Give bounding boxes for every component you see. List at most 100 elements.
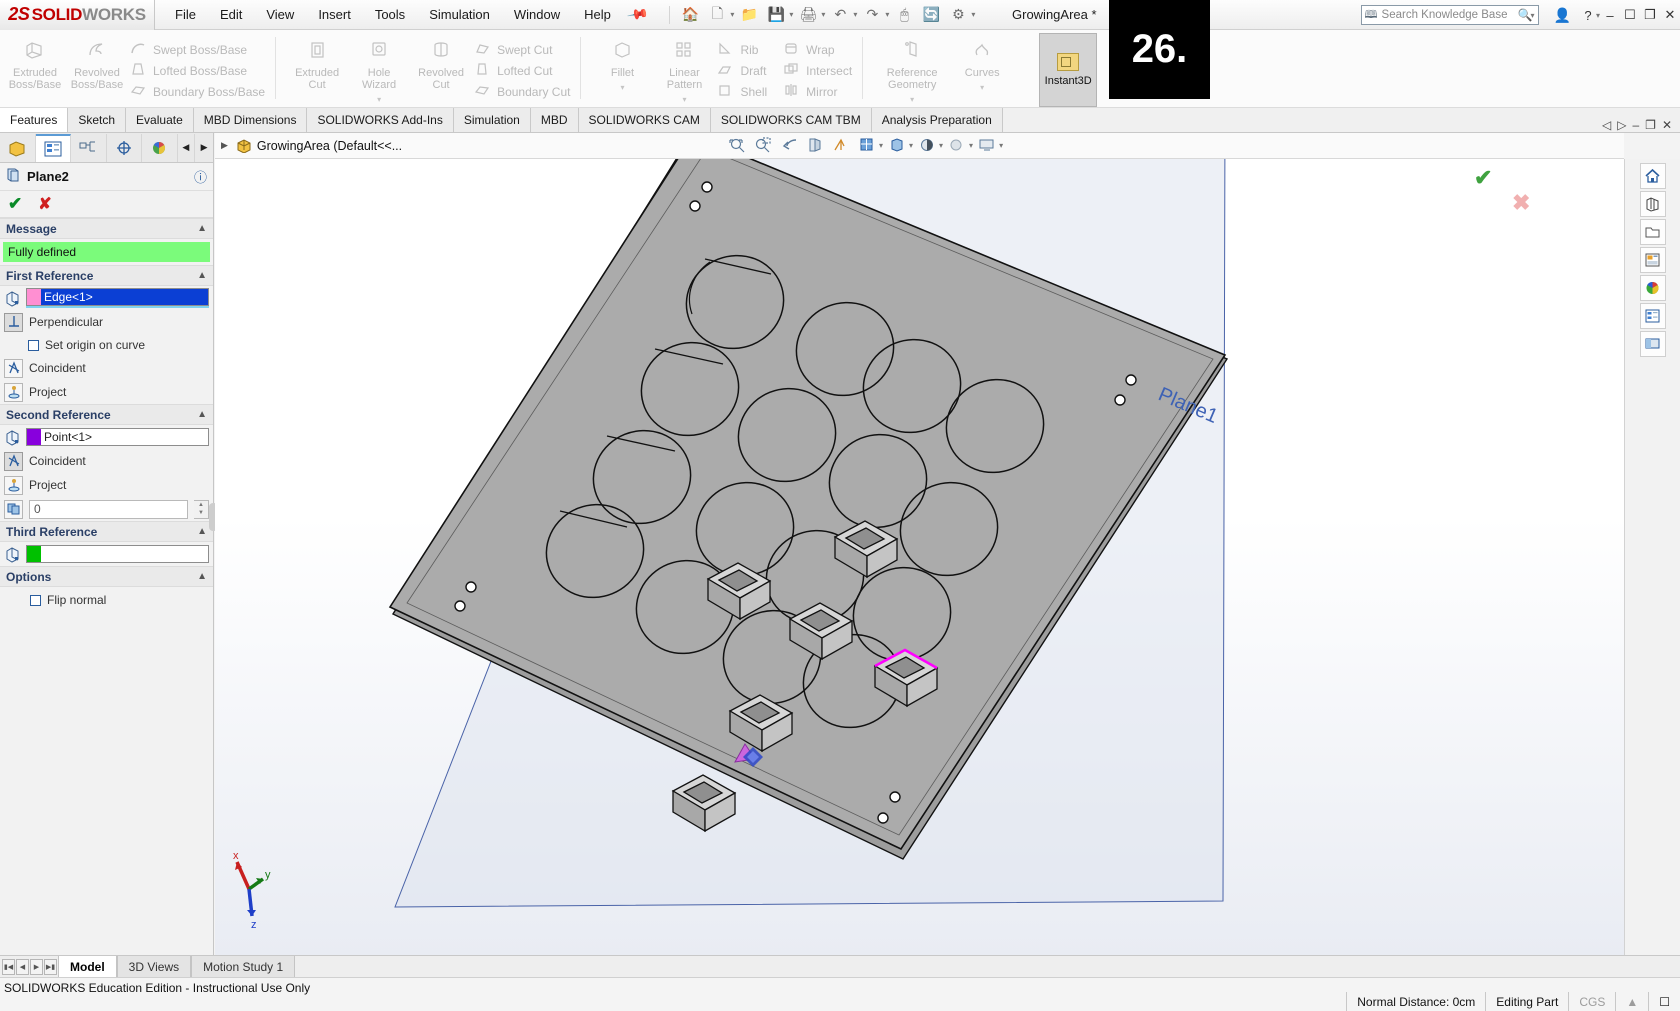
chevron-down-icon[interactable]: ▾ <box>939 141 943 150</box>
chevron-down-icon[interactable]: ▾ <box>682 94 686 106</box>
stepper-down-icon[interactable]: ▼ <box>198 510 204 516</box>
revolved-cut-button[interactable]: Revolved Cut <box>410 33 472 91</box>
chevron-down-icon[interactable]: ▾ <box>980 82 984 94</box>
tab-mbd-dimensions[interactable]: MBD Dimensions <box>193 108 308 132</box>
tab-sketch[interactable]: Sketch <box>68 108 127 132</box>
cancel-button[interactable]: ✘ <box>38 194 51 214</box>
chevron-down-icon[interactable]: ▾ <box>879 141 883 150</box>
bottom-tab-3d-views[interactable]: 3D Views <box>116 956 192 977</box>
flip-normal-row[interactable]: Flip normal <box>0 587 213 613</box>
property-manager-tab[interactable] <box>35 133 71 162</box>
bottom-tab-model[interactable]: Model <box>58 956 117 977</box>
swept-cut-button[interactable]: Swept Cut <box>472 39 570 60</box>
tab-simulation[interactable]: Simulation <box>453 108 531 132</box>
colors-icon[interactable] <box>1639 275 1666 301</box>
panel-expand-right-icon[interactable]: ▶ <box>195 134 213 162</box>
feature-tree-root-label[interactable]: GrowingArea (Default<<... <box>257 139 402 153</box>
menu-item-help[interactable]: Help <box>584 7 611 22</box>
units-chevron-up-icon[interactable]: ▲ <box>1615 992 1648 1011</box>
save-icon[interactable]: 💾 <box>764 4 788 26</box>
appearances-icon[interactable] <box>1639 247 1666 273</box>
chevron-down-icon[interactable]: ▾ <box>999 141 1003 150</box>
boundary-cut-button[interactable]: Boundary Cut <box>472 81 570 102</box>
print-icon[interactable]: 🖨 <box>796 4 820 26</box>
zoom-to-area-icon[interactable] <box>751 134 775 156</box>
chevron-down-icon[interactable]: ▾ <box>730 10 734 19</box>
lofted-cut-button[interactable]: Lofted Cut <box>472 60 570 81</box>
shell-button[interactable]: Shell <box>715 81 767 102</box>
extruded-cut-button[interactable]: Extruded Cut <box>286 33 348 91</box>
tab-features[interactable]: Features <box>0 108 69 132</box>
minimize-button[interactable]: – <box>1600 4 1620 26</box>
chevron-down-icon[interactable]: ▾ <box>909 141 913 150</box>
first-reference-section-header[interactable]: First Reference ▲ <box>0 265 213 286</box>
rebuild-icon[interactable]: 🔄 <box>919 4 943 26</box>
prev-tab-icon[interactable]: ◀ <box>16 958 29 975</box>
bottom-tab-motion-study[interactable]: Motion Study 1 <box>191 956 296 977</box>
tab-solidworks-cam-tbm[interactable]: SOLIDWORKS CAM TBM <box>710 108 872 132</box>
undo-icon[interactable]: ↶ <box>828 4 852 26</box>
first-reference-perpendicular[interactable]: Perpendicular <box>0 310 213 334</box>
swept-boss-base-button[interactable]: Swept Boss/Base <box>128 39 265 60</box>
collapse-right-icon[interactable]: ▷ <box>1617 118 1626 132</box>
boundary-boss-base-button[interactable]: Boundary Boss/Base <box>128 81 265 102</box>
view-orientation-icon[interactable] <box>829 134 853 156</box>
options-gear-icon[interactable]: ⚙ <box>946 4 970 26</box>
configuration-tab[interactable] <box>71 133 107 162</box>
hide-show-items-icon[interactable] <box>885 134 909 156</box>
second-reference-project[interactable]: Project <box>0 473 213 497</box>
intersect-button[interactable]: Intersect <box>781 60 852 81</box>
chevron-down-icon[interactable]: ▾ <box>853 10 857 19</box>
offset-distance-stepper[interactable]: ▲ ▼ <box>194 499 209 519</box>
draft-button[interactable]: Draft <box>715 60 767 81</box>
tab-solidworks-cam[interactable]: SOLIDWORKS CAM <box>578 108 711 132</box>
open-icon[interactable]: 📁 <box>737 4 761 26</box>
menu-item-view[interactable]: View <box>266 7 294 22</box>
units-selector[interactable]: CGS <box>1568 992 1615 1011</box>
redo-icon[interactable]: ↷ <box>860 4 884 26</box>
view-palette-icon[interactable] <box>1639 191 1666 217</box>
zoom-to-fit-icon[interactable] <box>725 134 749 156</box>
next-tab-icon[interactable]: ▶ <box>30 958 43 975</box>
second-reference-section-header[interactable]: Second Reference ▲ <box>0 404 213 425</box>
close-button[interactable]: ✕ <box>1660 4 1680 26</box>
third-reference-section-header[interactable]: Third Reference ▲ <box>0 521 213 542</box>
expand-arrow-icon[interactable]: ▶ <box>221 140 228 151</box>
feature-tree-tab[interactable] <box>0 133 36 162</box>
previous-view-icon[interactable] <box>777 134 801 156</box>
rib-button[interactable]: Rib <box>715 39 767 60</box>
doc-restore-button[interactable]: ❐ <box>1645 118 1656 132</box>
pin-icon[interactable]: 📌 <box>626 3 649 27</box>
fillet-button[interactable]: Fillet ▾ <box>591 33 653 94</box>
chevron-down-icon[interactable]: ▾ <box>1531 11 1535 20</box>
doc-close-button[interactable]: ✕ <box>1662 118 1672 132</box>
apply-scene-icon[interactable] <box>945 134 969 156</box>
tab-mbd[interactable]: MBD <box>530 108 579 132</box>
home-icon[interactable]: 🏠 <box>678 4 702 26</box>
chevron-down-icon[interactable]: ▾ <box>377 94 381 106</box>
third-reference-input[interactable] <box>26 545 209 563</box>
chevron-down-icon[interactable]: ▾ <box>620 82 624 94</box>
wrap-button[interactable]: Wrap <box>781 39 852 60</box>
chevron-up-icon[interactable]: ▲ <box>197 270 207 281</box>
chevron-down-icon[interactable]: ▾ <box>789 10 793 19</box>
restore-button[interactable]: ☐ <box>1620 4 1640 26</box>
curves-button[interactable]: Curves ▾ <box>951 33 1013 94</box>
new-document-icon[interactable]: 🗋 <box>705 4 729 26</box>
display-pane-icon[interactable] <box>1639 331 1666 357</box>
graphics-confirm-cancel-icon[interactable]: ✖ <box>1512 190 1530 216</box>
chevron-up-icon[interactable]: ▲ <box>197 526 207 537</box>
help-icon[interactable]: ? <box>1578 4 1598 26</box>
maximize-button[interactable]: ❐ <box>1640 4 1660 26</box>
lofted-boss-base-button[interactable]: Lofted Boss/Base <box>128 60 265 81</box>
first-tab-icon[interactable]: ▮◀ <box>2 958 15 975</box>
instant3d-button[interactable]: Instant3D <box>1039 33 1098 107</box>
view-settings-icon[interactable] <box>975 134 999 156</box>
stepper-up-icon[interactable]: ▲ <box>198 502 204 508</box>
set-origin-on-curve-row[interactable]: Set origin on curve <box>0 334 213 356</box>
second-reference-coincident[interactable]: Coincident <box>0 449 213 473</box>
set-origin-checkbox[interactable] <box>28 339 39 351</box>
accept-button[interactable]: ✔ <box>8 194 22 214</box>
mirror-button[interactable]: Mirror <box>781 81 852 102</box>
flip-normal-checkbox[interactable] <box>30 594 41 606</box>
